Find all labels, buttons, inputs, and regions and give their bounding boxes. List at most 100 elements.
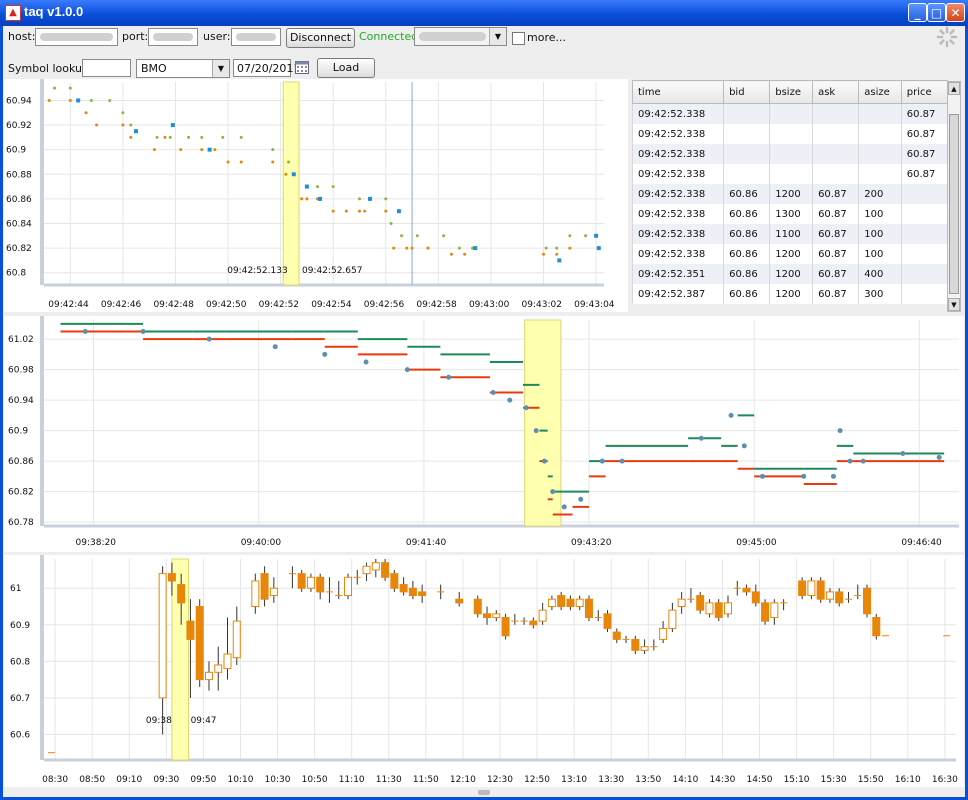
- cell-ask: 60.87: [812, 204, 860, 224]
- trade-point: [837, 428, 843, 434]
- scroll-down-icon[interactable]: ▼: [948, 298, 960, 311]
- table-scrollbar[interactable]: ▲ ▼: [947, 81, 961, 312]
- table-row[interactable]: 09:42:52.338 60.87: [631, 124, 949, 144]
- load-button[interactable]: Load: [317, 58, 375, 78]
- trade-point: [830, 473, 836, 479]
- cell-asize: 200: [858, 184, 902, 204]
- cell-asize: 300: [858, 284, 902, 304]
- symbol-combo[interactable]: BMO ▼: [136, 59, 230, 78]
- selection-start-label: 09:38: [146, 716, 172, 726]
- candle-body: [167, 573, 176, 582]
- candle-body: [204, 671, 213, 681]
- more-label: more...: [527, 31, 566, 44]
- table-row[interactable]: 09:42:52.338 60.86 1100 60.87 100: [631, 224, 949, 244]
- ask-point: [108, 98, 112, 102]
- close-button[interactable]: ✕: [946, 3, 965, 22]
- y-tick-label: 60.86: [8, 457, 34, 467]
- table-row[interactable]: 09:42:52.338 60.86 1200 60.87 100: [631, 244, 949, 264]
- candle-body: [835, 591, 844, 604]
- redacted-user: [236, 33, 276, 41]
- x-tick-label: 09:41:40: [406, 538, 447, 548]
- calendar-icon[interactable]: [294, 59, 310, 75]
- table-row[interactable]: 09:42:52.338 60.86 1300 60.87 100: [631, 204, 949, 224]
- cell-ask: [812, 124, 860, 144]
- x-tick-label: 16:30: [932, 775, 958, 785]
- table-row[interactable]: 09:42:52.338 60.87: [631, 144, 949, 164]
- table-row[interactable]: 09:42:52.338 60.87: [631, 103, 949, 124]
- y-tick-label: 61.02: [8, 335, 34, 345]
- candlestick-chart[interactable]: 61 60.9 60.8 60.7 60.6 08:30 08:50 09:10 09:30 09…: [4, 555, 964, 787]
- port-input[interactable]: [148, 28, 198, 46]
- column-header-ask[interactable]: ask: [812, 80, 860, 104]
- connection-status: Connected: [359, 30, 419, 43]
- quote-table[interactable]: time bid bsize ask asize price 09:42:52.338 60…: [631, 80, 949, 304]
- trade-point: [599, 458, 605, 464]
- candle-body: [455, 598, 464, 604]
- tick-scatter-chart[interactable]: 60.94 60.92 60.9 60.88 60.86 60.84 60.82 60.8 09…: [4, 79, 628, 312]
- x-tick-label: 15:30: [821, 775, 847, 785]
- symbol-lookup-input[interactable]: [82, 59, 131, 77]
- cell-time: 09:42:52.338: [631, 244, 725, 264]
- table-row[interactable]: 09:42:52.338 60.86 1200 60.87 200: [631, 184, 949, 204]
- port-label: port:: [122, 30, 149, 43]
- loading-spinner-icon: [936, 26, 958, 48]
- bid-point: [47, 98, 51, 102]
- candle-body: [584, 598, 593, 618]
- y-tick-label: 60.94: [6, 96, 32, 106]
- trade-point: [82, 328, 88, 334]
- x-tick-label: 09:43:00: [469, 300, 510, 310]
- candle-body: [260, 573, 269, 600]
- redacted-port: [153, 33, 193, 41]
- host-input[interactable]: [35, 28, 118, 46]
- date-input[interactable]: 07/20/2011: [233, 59, 300, 77]
- candle-body: [612, 631, 621, 640]
- candle-body: [742, 587, 751, 593]
- cell-price: 60.87: [900, 124, 949, 144]
- x-tick-label: 09:42:58: [416, 300, 457, 310]
- ask-point: [155, 135, 159, 139]
- y-tick-label: 60.98: [8, 366, 34, 376]
- candle-body: [492, 613, 501, 618]
- trade-point: [272, 344, 278, 350]
- candle-body: [668, 609, 677, 629]
- candle-body: [566, 598, 575, 608]
- more-checkbox[interactable]: [512, 32, 525, 45]
- disconnect-button[interactable]: Disconnect: [286, 28, 355, 48]
- column-header-time[interactable]: time: [631, 80, 725, 104]
- column-header-bsize[interactable]: bsize: [769, 80, 814, 104]
- quote-step-chart[interactable]: 61.02 60.98 60.94 60.9 60.86 60.82 60.78 09:38:…: [4, 316, 964, 552]
- redacted-host: [40, 33, 113, 41]
- scroll-thumb[interactable]: [949, 114, 959, 294]
- trade-point: [523, 405, 529, 411]
- trade-point: [541, 458, 547, 464]
- bid-point: [163, 135, 167, 139]
- bid-point: [213, 148, 217, 152]
- symbol-value: BMO: [141, 62, 167, 75]
- table-row[interactable]: 09:42:52.351 60.86 1200 60.87 400: [631, 264, 949, 284]
- ask-point: [555, 246, 559, 250]
- ask-point: [568, 234, 572, 238]
- cell-bsize: 1100: [769, 224, 814, 244]
- bid-point: [68, 98, 72, 102]
- bid-point: [450, 252, 454, 256]
- server-combo[interactable]: ▼: [414, 27, 507, 46]
- column-header-bid[interactable]: bid: [723, 80, 771, 104]
- user-input[interactable]: [231, 28, 281, 46]
- column-header-asize[interactable]: asize: [858, 80, 902, 104]
- table-row[interactable]: 09:42:52.338 60.87: [631, 164, 949, 184]
- maximize-button[interactable]: □: [927, 3, 946, 22]
- bid-point: [300, 197, 304, 201]
- bid-point: [410, 246, 414, 250]
- minimize-button[interactable]: _: [908, 3, 927, 22]
- candle-body: [390, 573, 399, 589]
- cell-ask: 60.87: [812, 264, 860, 284]
- resize-grip-icon[interactable]: [478, 790, 490, 795]
- table-row[interactable]: 09:42:52.387 60.86 1200 60.87 300: [631, 284, 949, 304]
- column-header-price[interactable]: price: [900, 80, 949, 104]
- candle-body: [825, 591, 834, 600]
- candle-body: [158, 573, 167, 699]
- x-tick-label: 09:30: [153, 775, 179, 785]
- cell-price: [900, 244, 949, 264]
- scroll-up-icon[interactable]: ▲: [948, 82, 960, 95]
- redacted-server: [419, 32, 486, 41]
